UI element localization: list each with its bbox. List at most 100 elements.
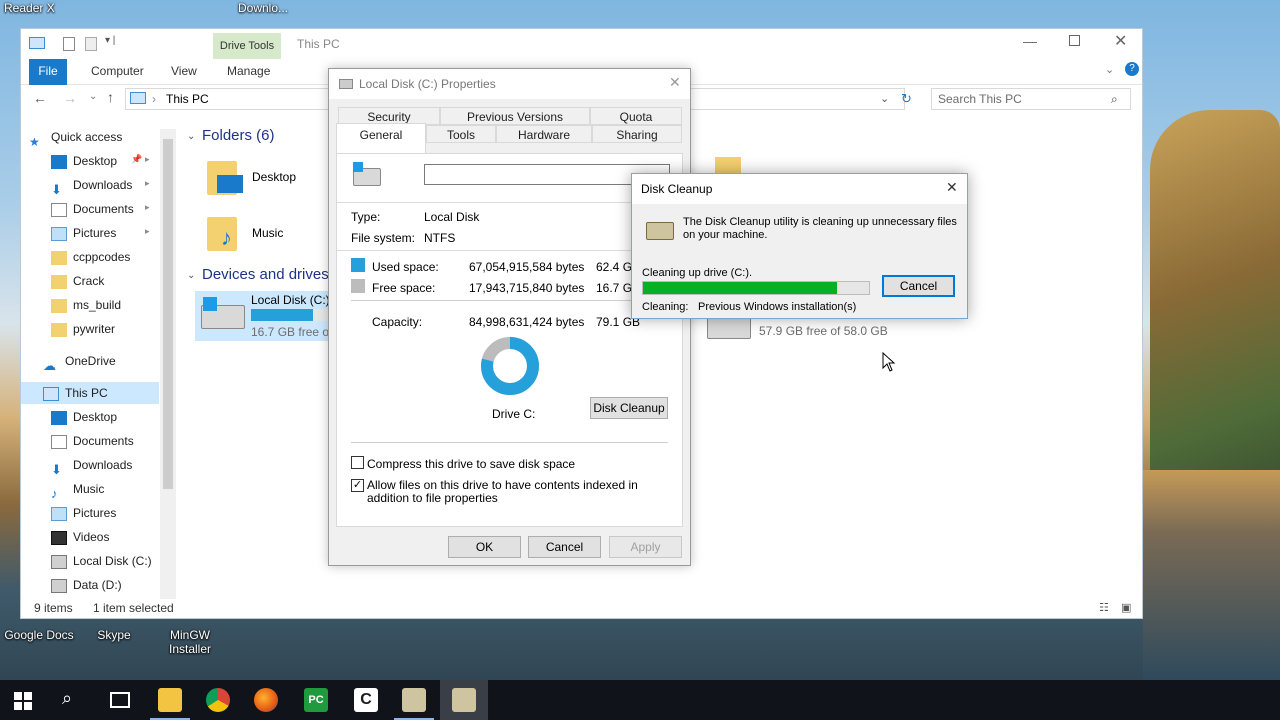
nav-scrollbar[interactable]: [160, 129, 176, 599]
sidebar-item-pc-downloads[interactable]: ⬇ Downloads: [51, 454, 132, 477]
sidebar-item-pc-music[interactable]: ♪ Music: [51, 478, 105, 501]
selection-count: 1 item selected: [93, 601, 174, 615]
disk-cleanup-icon: [646, 222, 674, 240]
qat-dropdown-icon[interactable]: ▾ |: [105, 35, 115, 46]
sidebar-item-desktop[interactable]: Desktop: [51, 150, 117, 172]
pycharm-icon[interactable]: PC: [304, 688, 328, 712]
sidebar-item-ccppcodes[interactable]: ccppcodes: [51, 246, 130, 268]
tab-general[interactable]: General: [336, 123, 426, 154]
desktop-icon-label[interactable]: MinGW Installer: [160, 628, 220, 656]
up-arrow-icon[interactable]: ↑: [107, 89, 114, 105]
address-dropdown-icon[interactable]: ⌄: [880, 92, 889, 105]
back-arrow-icon[interactable]: ←: [33, 90, 47, 106]
search-input[interactable]: Search This PC: [931, 88, 1131, 110]
cancel-button[interactable]: Cancel: [528, 536, 601, 558]
folder-icon: [51, 322, 67, 337]
close-button[interactable]: ✕: [669, 74, 681, 91]
minimize-button[interactable]: —: [1023, 33, 1037, 49]
sidebar-item-downloads[interactable]: ⬇ Downloads: [51, 174, 132, 197]
search-icon[interactable]: ⌕: [62, 688, 72, 709]
sidebar-item-local-disk-c[interactable]: Local Disk (C:): [51, 550, 152, 572]
close-button[interactable]: ✕: [946, 179, 958, 196]
folder-label[interactable]: Music: [252, 226, 283, 240]
scrollbar-thumb[interactable]: [163, 139, 173, 489]
nav-onedrive[interactable]: ☁ OneDrive: [43, 350, 116, 373]
desktop-icon-label[interactable]: Reader X: [4, 1, 55, 15]
pin-icon[interactable]: ▸: [145, 178, 150, 189]
task-view-icon[interactable]: [110, 692, 130, 708]
folder-icon: [51, 298, 67, 313]
cleanup-cancel-button[interactable]: Cancel: [882, 275, 955, 297]
search-icon: ⌕: [1111, 92, 1118, 106]
tab-view[interactable]: View: [171, 59, 197, 85]
desktop-icon-label[interactable]: Downlo...: [238, 1, 288, 15]
properties-qat-icon[interactable]: [63, 37, 75, 51]
nav-this-pc[interactable]: This PC: [21, 382, 159, 404]
sidebar-item-crack[interactable]: Crack: [51, 270, 104, 292]
firefox-icon[interactable]: [254, 688, 278, 712]
sidebar-item-pictures[interactable]: Pictures: [51, 222, 116, 244]
index-checkbox[interactable]: ✓: [351, 479, 364, 492]
computer-icon: [43, 386, 59, 401]
tab-tools[interactable]: Tools: [426, 125, 496, 143]
drive-label: Drive C:: [492, 407, 536, 421]
sidebar-item-pc-desktop[interactable]: Desktop: [51, 406, 117, 428]
pin-icon[interactable]: ▸: [145, 202, 150, 213]
expand-ribbon-icon[interactable]: ⌄: [1105, 63, 1114, 76]
tab-previous-versions[interactable]: Previous Versions: [440, 107, 590, 125]
desktop-icon-label[interactable]: Google Docs: [2, 628, 76, 642]
collapse-chevron-icon[interactable]: ⌄: [187, 131, 195, 142]
sidebar-item-pc-documents[interactable]: Documents: [51, 430, 134, 452]
disk-cleanup-active-icon: [452, 688, 476, 712]
recent-locations-icon[interactable]: ⌄: [89, 91, 97, 102]
file-explorer-icon[interactable]: [158, 688, 182, 712]
sidebar-item-documents[interactable]: Documents: [51, 198, 134, 220]
cleaning-label: Cleaning:: [642, 301, 689, 313]
folders-group-header[interactable]: Folders (6): [202, 127, 275, 144]
new-folder-qat-icon[interactable]: [85, 37, 97, 51]
disk-cleanup-icon[interactable]: [402, 688, 426, 712]
pictures-icon: [51, 506, 67, 521]
codeblocks-icon[interactable]: C: [354, 688, 378, 712]
tab-computer[interactable]: Computer: [91, 59, 144, 85]
sidebar-item-pywriter[interactable]: pywriter: [51, 318, 115, 340]
windows-logo-icon: [203, 297, 217, 311]
sidebar-item-pc-pictures[interactable]: Pictures: [51, 502, 116, 524]
pin-icon[interactable]: 📌: [131, 154, 142, 165]
drive-tile-c[interactable]: Local Disk (C:) 16.7 GB free of: [195, 291, 332, 341]
help-icon[interactable]: ?: [1125, 62, 1139, 76]
details-view-icon[interactable]: ☷: [1099, 601, 1109, 614]
start-icon[interactable]: [14, 692, 32, 710]
close-button[interactable]: ✕: [1114, 31, 1127, 51]
forward-arrow-icon[interactable]: →: [63, 90, 77, 106]
refresh-icon[interactable]: ↻: [901, 91, 912, 107]
folder-label[interactable]: Desktop: [252, 170, 296, 184]
tab-file[interactable]: File: [29, 59, 67, 85]
disk-cleanup-button[interactable]: Disk Cleanup: [590, 397, 668, 419]
ok-button[interactable]: OK: [448, 536, 521, 558]
breadcrumb[interactable]: This PC: [166, 92, 209, 106]
tab-manage[interactable]: Manage: [227, 59, 270, 85]
folder-music[interactable]: ♪: [205, 213, 245, 253]
pin-icon[interactable]: ▸: [145, 154, 150, 165]
pin-icon[interactable]: ▸: [145, 226, 150, 237]
tab-hardware[interactable]: Hardware: [496, 125, 592, 143]
tab-sharing[interactable]: Sharing: [592, 125, 682, 143]
collapse-chevron-icon[interactable]: ⌄: [187, 270, 195, 281]
capacity-bytes: 84,998,631,424 bytes: [469, 315, 585, 329]
apply-button[interactable]: Apply: [609, 536, 682, 558]
tab-quota[interactable]: Quota: [590, 107, 682, 125]
maximize-button[interactable]: [1069, 35, 1080, 46]
sidebar-item-ms-build[interactable]: ms_build: [51, 294, 121, 316]
active-taskbar-button[interactable]: [440, 680, 488, 720]
nav-label: Music: [73, 482, 105, 496]
sidebar-item-data-d[interactable]: Data (D:): [51, 574, 122, 596]
desktop-icon-label[interactable]: Skype: [88, 628, 140, 642]
folder-desktop[interactable]: [205, 157, 245, 197]
sidebar-item-pc-videos[interactable]: Videos: [51, 526, 109, 548]
chrome-icon[interactable]: [206, 688, 230, 712]
compress-checkbox[interactable]: [351, 456, 364, 469]
nav-quick-access[interactable]: ★ Quick access: [29, 126, 122, 149]
large-icons-view-icon[interactable]: ▣: [1121, 601, 1131, 614]
devices-group-header[interactable]: Devices and drives: [202, 266, 329, 283]
